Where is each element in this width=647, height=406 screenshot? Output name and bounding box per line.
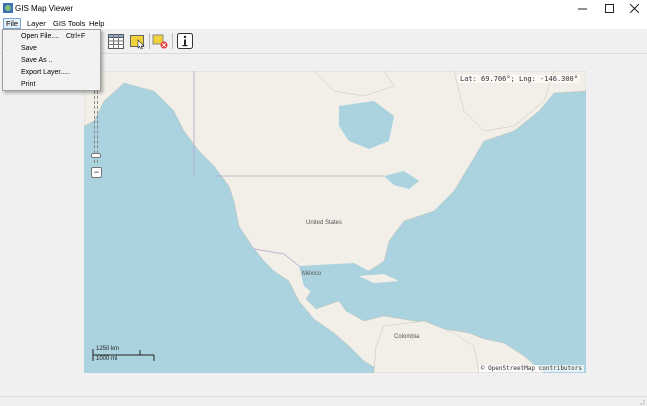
menu-item-label: Open File.... bbox=[21, 33, 60, 40]
south-america-land bbox=[373, 320, 480, 373]
menu-item-print[interactable]: Print bbox=[3, 79, 100, 91]
map-attribution: © OpenStreetMap contributors bbox=[478, 365, 584, 372]
map-label-us: United States bbox=[306, 220, 343, 226]
select-feature-button[interactable] bbox=[129, 32, 147, 50]
menu-item-label: Save bbox=[21, 45, 37, 52]
menu-item-export-layer[interactable]: Export Layer..... bbox=[3, 67, 100, 79]
menu-bar: File Layer GIS Tools Help bbox=[0, 17, 647, 29]
toolbar-separator bbox=[172, 33, 173, 49]
minimize-icon bbox=[577, 8, 587, 10]
map-canvas[interactable]: United States México Colombia Lat: 69.70… bbox=[84, 71, 586, 373]
title-bar: GIS Map Viewer bbox=[0, 0, 647, 17]
minus-icon: − bbox=[93, 167, 100, 177]
minimize-button[interactable] bbox=[569, 0, 595, 17]
app-icon bbox=[3, 3, 13, 13]
clear-selection-icon bbox=[152, 34, 168, 48]
maximize-icon bbox=[604, 4, 614, 13]
clear-selection-button[interactable] bbox=[151, 32, 169, 50]
zoom-out-button[interactable]: − bbox=[91, 167, 102, 178]
menu-file[interactable]: File bbox=[3, 18, 22, 29]
close-icon bbox=[629, 4, 639, 13]
menu-item-save-as[interactable]: Save As .. bbox=[3, 55, 100, 67]
scale-mi-label: 1000 mi bbox=[96, 356, 118, 362]
resize-grip-icon[interactable] bbox=[637, 397, 645, 405]
zoom-slider-handle[interactable] bbox=[91, 153, 101, 158]
menu-item-open-file[interactable]: Open File.... Ctrl+F bbox=[3, 31, 100, 43]
menu-help[interactable]: Help bbox=[87, 18, 106, 29]
window-title: GIS Map Viewer bbox=[15, 4, 74, 13]
status-bar bbox=[0, 396, 647, 406]
menu-item-label: Print bbox=[21, 81, 36, 88]
menu-item-label: Export Layer..... bbox=[21, 69, 71, 76]
close-button[interactable] bbox=[621, 0, 647, 17]
menu-gis-tools[interactable]: GIS Tools bbox=[51, 18, 87, 29]
scale-km-label: 1250 km bbox=[96, 346, 120, 352]
identify-button[interactable] bbox=[176, 32, 194, 50]
menu-item-shortcut: Ctrl+F bbox=[66, 33, 86, 40]
file-menu-dropdown: Open File.... Ctrl+F Save Save As .. Exp… bbox=[2, 29, 101, 91]
menu-item-save[interactable]: Save bbox=[3, 43, 100, 55]
map-label-colombia: Colombia bbox=[394, 334, 420, 340]
select-feature-icon bbox=[130, 34, 145, 49]
toolbar-separator bbox=[149, 33, 150, 49]
table-icon bbox=[108, 33, 124, 49]
menu-item-label: Save As .. bbox=[21, 57, 53, 64]
attribute-table-button[interactable] bbox=[107, 32, 125, 50]
map-label-mexico: México bbox=[302, 271, 322, 277]
info-icon bbox=[177, 33, 193, 49]
menu-layer[interactable]: Layer bbox=[25, 18, 48, 29]
maximize-button[interactable] bbox=[596, 0, 622, 17]
scale-bar: 1250 km 1000 mi bbox=[92, 346, 156, 363]
coordinates-readout: Lat: 69.706°; Lng: -146.300° bbox=[457, 75, 580, 83]
